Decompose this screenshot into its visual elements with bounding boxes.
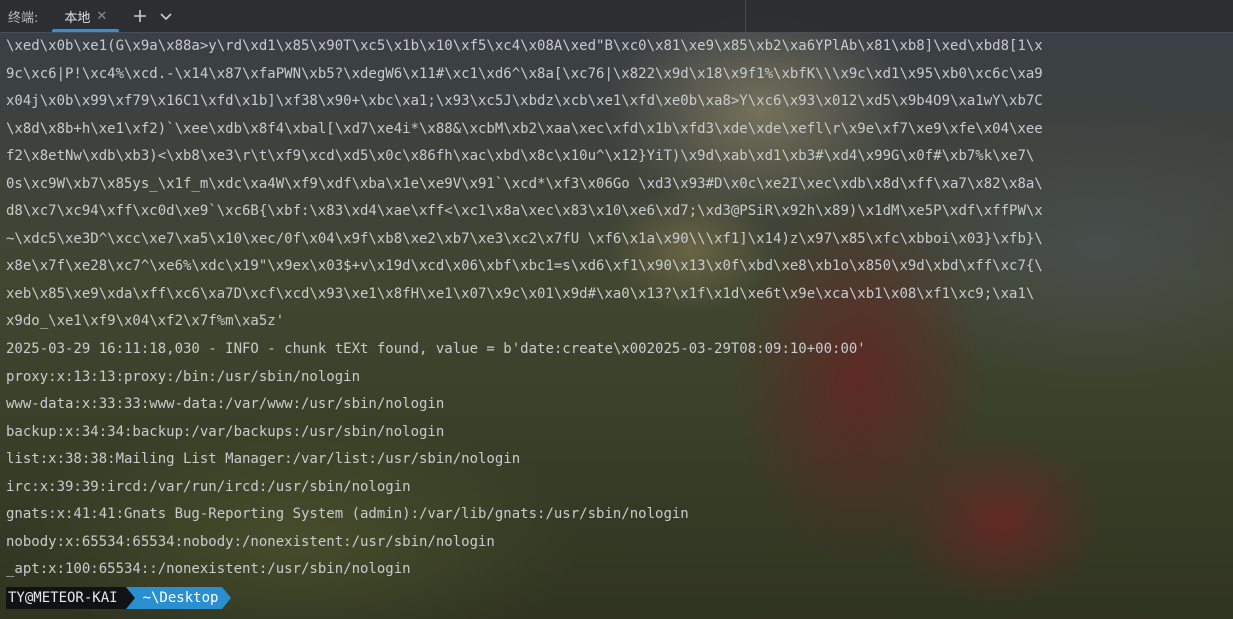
tab-local-label: 本地 — [64, 10, 91, 26]
output-line: 9c\xc6|P!\xc4%\xcd.-\x14\x87\xfaPWN\xb5?… — [6, 66, 1043, 82]
chevron-down-icon — [160, 13, 172, 21]
terminal-panel-title: 终端: — [8, 10, 39, 26]
shell-prompt: TY@METEOR-KAI ~\Desktop — [6, 587, 232, 609]
output-line: irc:x:39:39:ircd:/var/run/ircd:/usr/sbin… — [6, 479, 411, 495]
output-line: proxy:x:13:13:proxy:/bin:/usr/sbin/nolog… — [6, 369, 361, 385]
output-line: x9do_\xe1\xf9\x04\xf2\x7f%m\xa5z' — [6, 313, 285, 329]
tab-local[interactable]: 本地 ✕ — [52, 0, 120, 32]
output-line: gnats:x:41:41:Gnats Bug-Reporting System… — [6, 506, 689, 522]
output-line: www-data:x:33:33:www-data:/var/www:/usr/… — [6, 396, 445, 412]
output-line: xeb\x85\xe9\xda\xff\xc6\xa7D\xcf\xcd\x93… — [6, 286, 1035, 302]
output-line: nobody:x:65534:65534:nobody:/nonexistent… — [6, 534, 495, 550]
output-line: x8e\x7f\xe28\xc7^\xe6%\xdc\x19"\x9ex\x03… — [6, 258, 1043, 274]
output-line: 0s\xc9W\xb7\x85ys_\x1f_m\xdc\xa4W\xf9\xd… — [6, 176, 1043, 192]
output-line: \xed\x0b\xe1(G\x9a\x88a>y\rd\xd1\x85\x90… — [6, 38, 1043, 54]
output-line: \x8d\x8b+h\xe1\xf2)`\xee\xdb\x8f4\xbal[\… — [6, 121, 1043, 137]
output-line: backup:x:34:34:backup:/var/backups:/usr/… — [6, 424, 445, 440]
log-line: 2025-03-29 16:11:18,030 - INFO - chunk t… — [6, 341, 866, 357]
tab-dropdown-button[interactable] — [155, 5, 177, 27]
output-line: d8\xc7\xc94\xff\xc0d\xe9`\xc6B{\xbf:\x83… — [6, 203, 1043, 219]
output-line: ~\xdc5\xe3D^\xcc\xe7\xa5\x10\xec/0f\x04\… — [6, 231, 1043, 247]
prompt-end-arrow-icon — [222, 587, 232, 609]
terminal-tab-bar: 终端: 本地 ✕ — [0, 0, 1233, 33]
tab-close-icon[interactable]: ✕ — [96, 9, 107, 24]
tab-bar-divider — [745, 0, 746, 32]
output-line: f2\x8etNw\xdb\xb3)<\xb8\xe3\r\t\xf9\xcd\… — [6, 148, 1035, 164]
active-tab-indicator — [52, 29, 120, 32]
terminal-output[interactable]: \xed\x0b\xe1(G\x9a\x88a>y\rd\xd1\x85\x90… — [0, 33, 1233, 619]
prompt-directory-segment: ~\Desktop — [134, 587, 223, 609]
plus-icon — [134, 10, 147, 22]
output-line: _apt:x:100:65534::/nonexistent:/usr/sbin… — [6, 561, 411, 577]
prompt-separator-icon — [125, 587, 135, 609]
prompt-user-segment: TY@METEOR-KAI — [6, 587, 126, 609]
output-line: list:x:38:38:Mailing List Manager:/var/l… — [6, 451, 521, 467]
new-tab-button[interactable] — [129, 5, 151, 27]
output-line: x04j\x0b\x99\xf79\x16C1\xfd\x1b]\xf38\x9… — [6, 93, 1043, 109]
